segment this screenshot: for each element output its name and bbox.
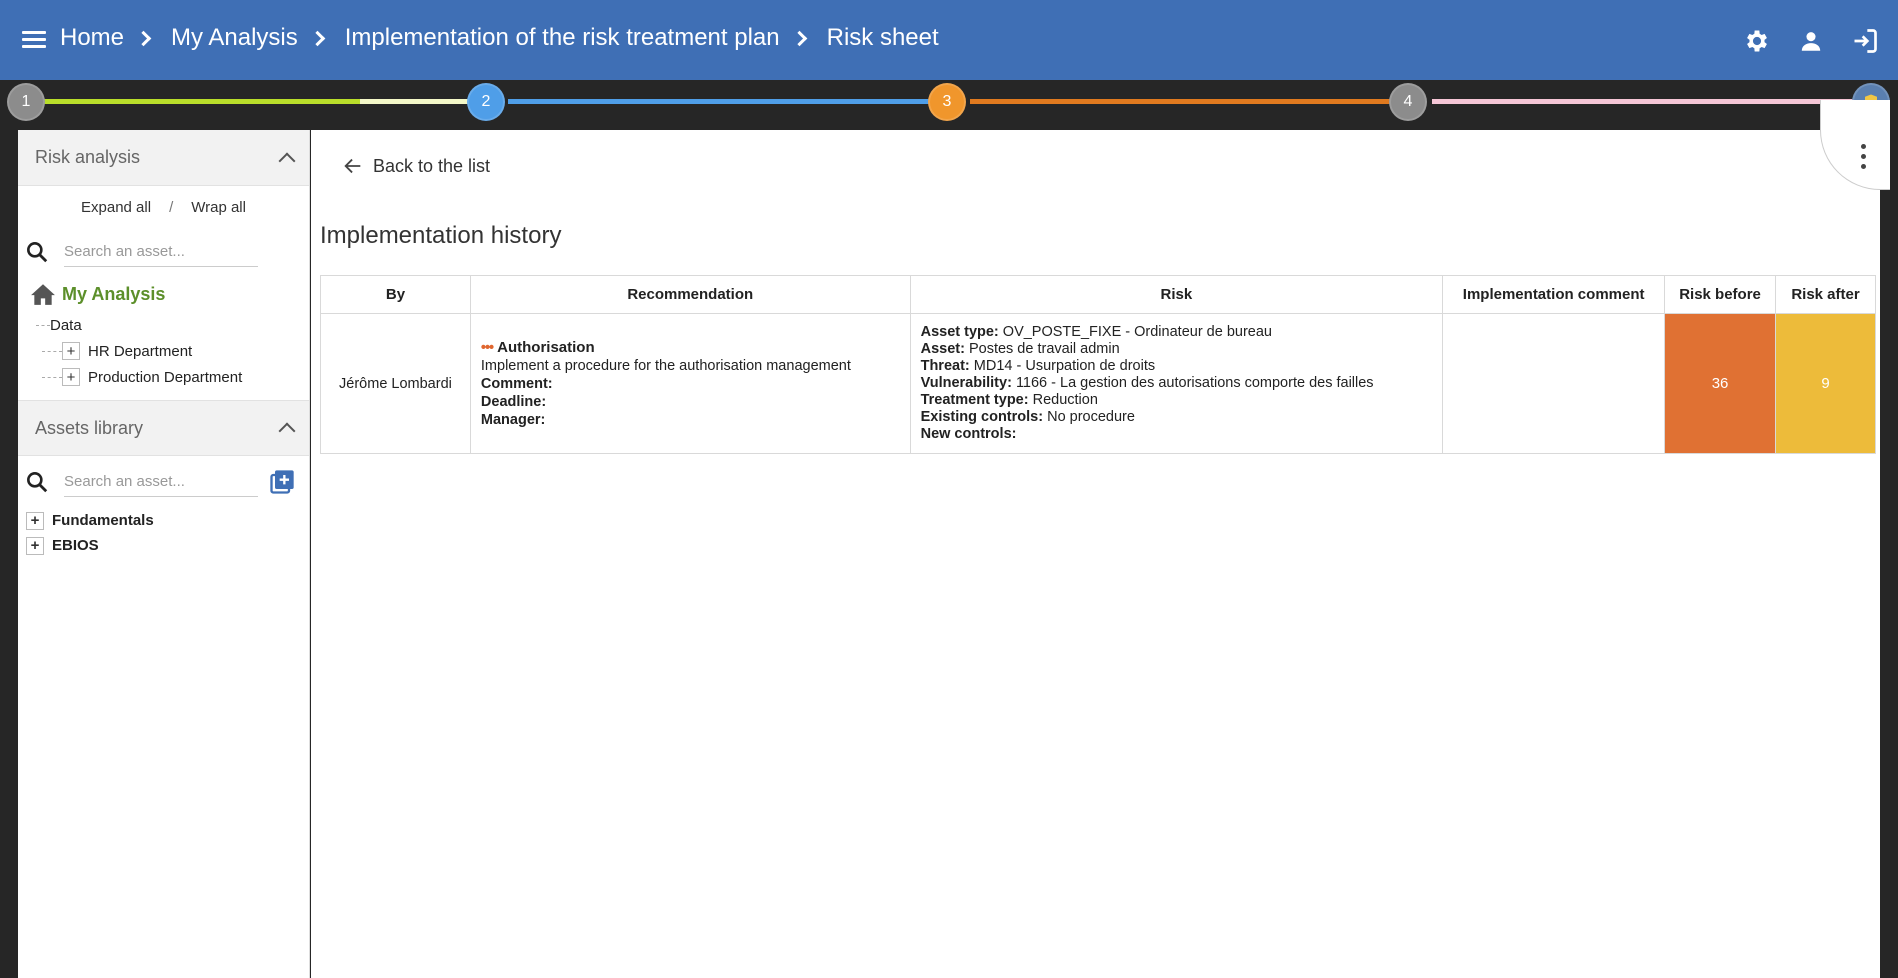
- existing-controls-value: No procedure: [1047, 409, 1135, 425]
- col-header-risk-before: Risk before: [1664, 275, 1777, 314]
- breadcrumb: Home My Analysis Implementation of the r…: [60, 24, 939, 52]
- risk-analysis-title: Risk analysis: [35, 147, 141, 167]
- arrow-left-icon: [344, 158, 361, 174]
- chevron-right-icon: [791, 30, 807, 46]
- settings-icon[interactable]: [1742, 26, 1772, 56]
- assets-library-title: Assets library: [35, 417, 144, 438]
- cell-risk: Asset type: OV_POSTE_FIXE - Ordinateur d…: [909, 313, 1444, 454]
- asset-label: Asset:: [920, 341, 965, 357]
- recommendation-comment-label: Comment:: [480, 375, 553, 392]
- priority-dots-icon: •••: [480, 339, 494, 356]
- col-header-recommendation: Recommendation: [469, 275, 911, 314]
- breadcrumb-home[interactable]: Home: [60, 24, 124, 52]
- step-2[interactable]: 2: [467, 83, 505, 121]
- recommendation-manager-label: Manager:: [480, 411, 546, 428]
- step-segment-1-rest: [360, 99, 468, 104]
- recommendation-title: Authorisation: [497, 338, 595, 356]
- chevron-up-icon[interactable]: [278, 422, 296, 440]
- asset-type-label: Asset type:: [920, 324, 999, 340]
- search-icon: [27, 242, 48, 263]
- step-4[interactable]: 4: [1389, 83, 1427, 121]
- recommendation-deadline-label: Deadline:: [480, 393, 547, 410]
- chevron-up-icon[interactable]: [278, 152, 296, 169]
- cell-recommendation: ••• Authorisation Implement a procedure f…: [469, 313, 911, 454]
- risk-analysis-header[interactable]: Risk analysis: [18, 130, 309, 186]
- library-item-ebios[interactable]: + EBIOS: [26, 533, 309, 558]
- search-icon: [27, 472, 48, 493]
- assets-library-search-input[interactable]: [64, 467, 258, 497]
- step-3[interactable]: 3: [928, 83, 966, 121]
- tree-item-hr-department[interactable]: HR Department: [88, 343, 192, 360]
- table-row: Jérôme Lombardi ••• Authorisation Impleme…: [320, 313, 1876, 454]
- vulnerability-value: 1166 - La gestion des autorisations comp…: [1015, 375, 1374, 391]
- wrap-all-button[interactable]: Wrap all: [191, 199, 246, 216]
- existing-controls-label: Existing controls:: [920, 409, 1044, 425]
- assets-library-header[interactable]: Assets library: [18, 400, 309, 456]
- back-label: Back to the list: [373, 155, 491, 176]
- account-icon[interactable]: [1796, 26, 1826, 56]
- asset-value: Postes de travail admin: [968, 341, 1120, 357]
- tree-item-production-department[interactable]: Production Department: [88, 369, 242, 386]
- more-vert-icon: [1861, 144, 1866, 174]
- chevron-right-icon: [135, 30, 152, 46]
- step-segment-2: [508, 99, 930, 104]
- cell-risk-before: 36: [1664, 313, 1777, 454]
- tree-root-my-analysis[interactable]: My Analysis: [18, 276, 309, 312]
- tree-connector: [42, 377, 62, 378]
- breadcrumb-risk-sheet: Risk sheet: [826, 24, 939, 51]
- back-to-list-link[interactable]: Back to the list: [341, 155, 490, 177]
- left-sidebar: Risk analysis Expand all / Wrap all My A…: [18, 130, 310, 978]
- recommendation-description: Implement a procedure for the authorisat…: [480, 357, 851, 374]
- col-header-implementation-comment: Implementation comment: [1442, 275, 1666, 314]
- home-icon: [31, 284, 55, 305]
- col-header-risk: Risk: [909, 275, 1444, 314]
- threat-value: MD14 - Usurpation de droits: [973, 358, 1156, 374]
- vulnerability-label: Vulnerability:: [920, 375, 1012, 391]
- tree-root-label: My Analysis: [62, 283, 166, 304]
- expand-all-button[interactable]: Expand all: [81, 199, 151, 216]
- expand-plus-icon[interactable]: +: [26, 536, 44, 555]
- tree-item-data[interactable]: Data: [50, 317, 82, 334]
- main-content: Back to the list Implementation history …: [311, 100, 1890, 978]
- expand-plus-icon[interactable]: +: [26, 511, 44, 530]
- asset-type-value: OV_POSTE_FIXE - Ordinateur de bureau: [1002, 324, 1272, 340]
- tree-connector: [42, 351, 62, 352]
- breadcrumb-treatment-plan[interactable]: Implementation of the risk treatment pla…: [345, 24, 780, 52]
- library-item-fundamentals[interactable]: + Fundamentals: [26, 508, 309, 533]
- step-segment-1-done: [40, 99, 360, 104]
- step-segment-3: [970, 99, 1392, 104]
- step-1[interactable]: 1: [7, 83, 45, 121]
- page-title: Implementation history: [320, 222, 562, 249]
- cell-implementation-comment: [1442, 313, 1666, 454]
- cell-by: Jérôme Lombardi: [320, 313, 471, 454]
- step-segment-4: [1432, 99, 1856, 104]
- new-controls-label: New controls:: [920, 426, 1017, 442]
- top-app-bar: Home My Analysis Implementation of the r…: [0, 0, 1898, 80]
- library-item-label: Fundamentals: [52, 512, 154, 529]
- col-header-risk-after: Risk after: [1775, 275, 1876, 314]
- more-options-button[interactable]: [1820, 100, 1890, 190]
- step-progress: 1 2 3 4: [0, 80, 1898, 130]
- add-asset-icon[interactable]: [268, 468, 296, 496]
- implementation-history-table: By Recommendation Risk Implementation co…: [320, 275, 1876, 454]
- logout-icon[interactable]: [1850, 26, 1880, 56]
- tree-connector: [36, 325, 50, 326]
- expand-plus-icon[interactable]: +: [62, 368, 80, 386]
- col-header-by: By: [320, 275, 471, 314]
- treatment-type-value: Reduction: [1032, 392, 1098, 408]
- menu-icon[interactable]: [20, 28, 48, 52]
- cell-risk-after: 9: [1775, 313, 1876, 454]
- threat-label: Threat:: [920, 358, 970, 374]
- table-header-row: By Recommendation Risk Implementation co…: [320, 275, 1876, 314]
- expand-plus-icon[interactable]: +: [62, 342, 80, 360]
- breadcrumb-my-analysis[interactable]: My Analysis: [171, 24, 298, 52]
- library-item-label: EBIOS: [52, 537, 99, 554]
- expand-separator: /: [169, 198, 174, 216]
- chevron-right-icon: [309, 30, 326, 46]
- treatment-type-label: Treatment type:: [920, 392, 1029, 408]
- risk-analysis-search-input[interactable]: [64, 237, 258, 267]
